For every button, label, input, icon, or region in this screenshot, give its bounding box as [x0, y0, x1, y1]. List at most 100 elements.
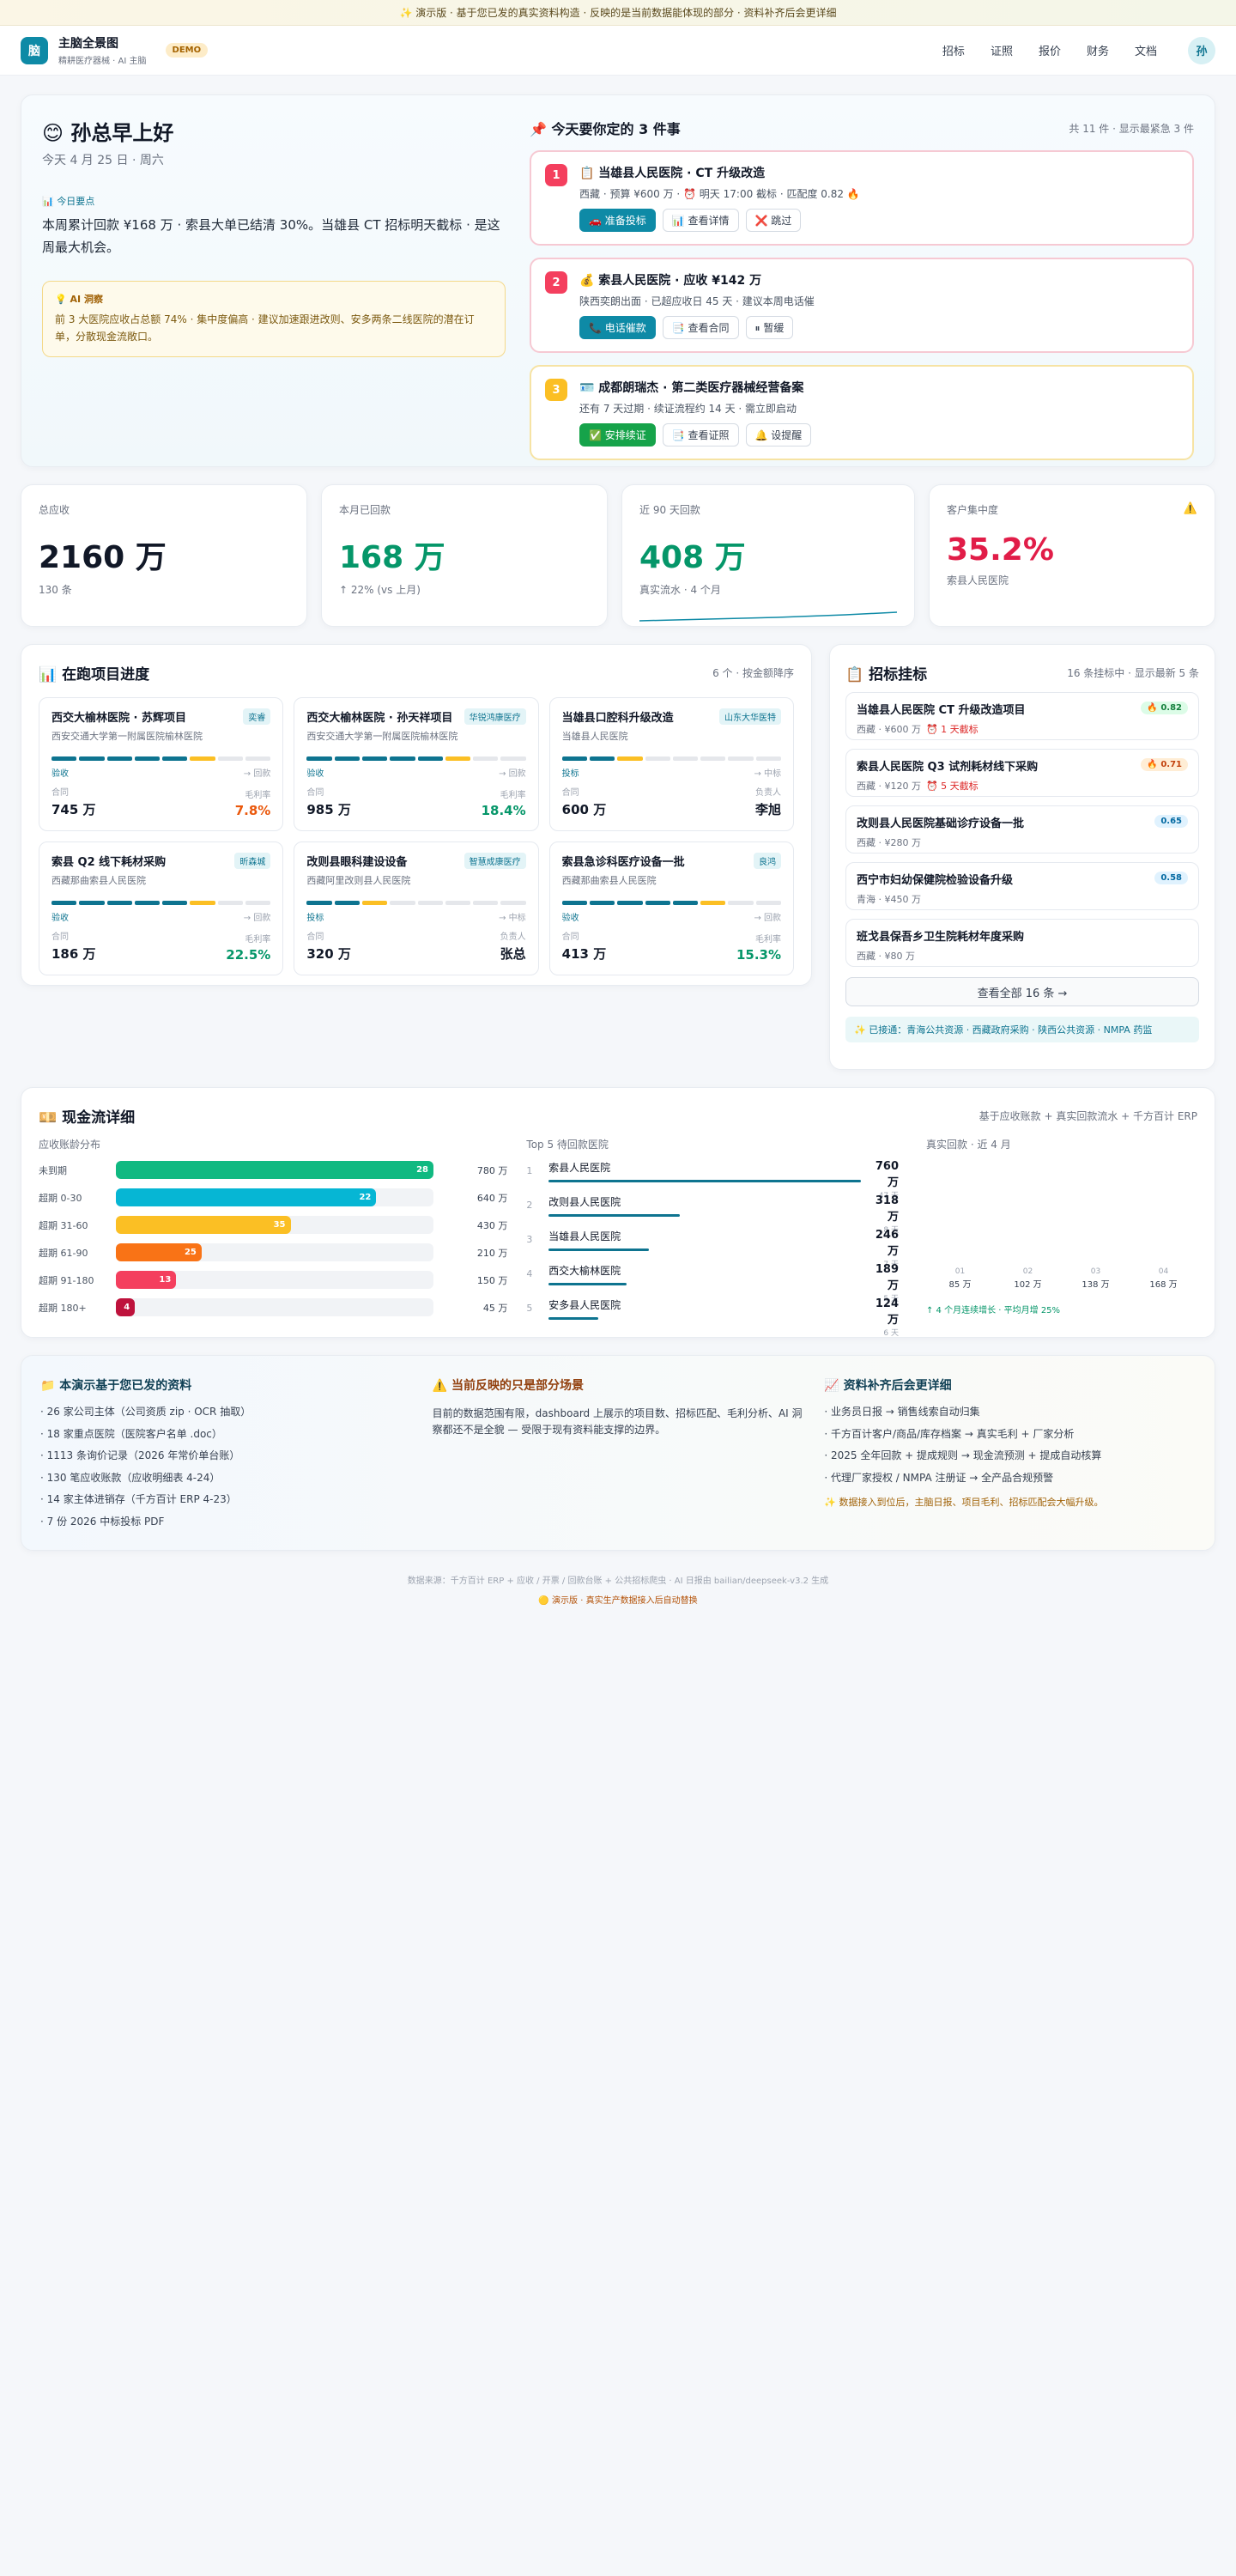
kpi-label: 本月已回款 — [339, 504, 391, 516]
view-all-bids-button[interactable]: 查看全部 16 条 → — [845, 977, 1199, 1006]
project-partner-tag: 良鸿 — [754, 853, 781, 869]
nav-item-finance[interactable]: 财务 — [1087, 42, 1109, 58]
current-stage: 验收 — [561, 914, 579, 923]
top5-row[interactable]: 2 改则县人民医院 318 万8 天 — [526, 1194, 899, 1235]
growth-note: ↑ 4 个月连续增长 · 平均月增 25% — [926, 1306, 1061, 1315]
top5-row[interactable]: 4 西交大榆林医院 189 万5 天 — [526, 1263, 899, 1303]
todo-body: 📋 当雄县人民医院 · CT 升级改造 西藏 · 预算 ¥600 万 · ⏰ 明天… — [579, 164, 1178, 232]
project-right-value: 18.4% — [481, 803, 526, 818]
progress-segment — [589, 901, 615, 905]
todo-action-button[interactable]: 📑 查看证照 — [662, 423, 739, 447]
user-avatar[interactable]: 孙 — [1188, 36, 1215, 64]
project-partner-tag: 昕森城 — [234, 853, 271, 869]
next-stage: → 回款 — [754, 914, 781, 923]
kpi-value: 168 万 — [339, 540, 445, 575]
top5-value: 124 万 6 天 — [861, 1297, 899, 1338]
project-card[interactable]: 索县 Q2 线下耗材采购 昕森城 西藏那曲索县人民医院 验收 → 回款 合同 186 万 毛利… — [39, 841, 284, 975]
project-card[interactable]: 改则县眼科建设设备 智慧成康医疗 西藏阿里改则县人民医院 投标 → 中标 合同 320 万 负… — [294, 841, 539, 975]
nav-item-quotes[interactable]: 报价 — [1039, 42, 1061, 58]
collection-value-label: 168 万 — [1149, 1280, 1177, 1290]
todo-action-button[interactable]: ⏸ 暂缓 — [745, 316, 794, 339]
aging-amount: 780 万 — [476, 1164, 508, 1176]
kpi-card: 总应收 2160 万 130 条 — [21, 484, 307, 627]
ai-insight-box: 💡 AI 洞察 前 3 大医院应收占总额 74% · 集中度偏高 · 建议加速跟… — [42, 281, 506, 357]
todo-action-button[interactable]: 📑 查看合同 — [662, 316, 739, 339]
contract-amount: 186 万 — [52, 946, 96, 962]
todo-action-button[interactable]: ✅ 安排续证 — [579, 423, 656, 447]
project-card[interactable]: 索县急诊科医疗设备一批 良鸿 西藏那曲索县人民医院 验收 → 回款 合同 413 万 毛利率 1… — [548, 841, 794, 975]
project-amount-block: 合同 413 万 — [562, 929, 607, 963]
app-logo[interactable]: 脑 — [21, 36, 48, 64]
contract-amount: 985 万 — [306, 802, 351, 817]
todo-action-button[interactable]: 🚗 准备投标 — [579, 209, 656, 232]
top5-bar — [548, 1180, 861, 1182]
nav-item-docs[interactable]: 文档 — [1135, 42, 1157, 58]
progress-segment — [473, 901, 499, 905]
month-tick-label: 02 — [1023, 1267, 1033, 1276]
aging-bar: 13 — [116, 1271, 177, 1289]
bid-item[interactable]: 当雄县人民医院 CT 升级改造项目 西藏 · ¥600 万 ⏰ 1 天截标 🔥 0.8… — [845, 692, 1199, 740]
bid-item[interactable]: 班戈县保吾乡卫生院耗材年度采购 西藏 · ¥80 万 — [845, 919, 1199, 967]
top5-row[interactable]: 3 当雄县人民医院 246 万7 天 — [526, 1229, 899, 1269]
aging-row: 超期 0-30 22 640 万 — [39, 1188, 507, 1206]
next-stage: → 中标 — [754, 769, 781, 779]
bullet-item: · 2025 全年回款 + 提成规则 → 现金流预测 + 提成自动核算 — [824, 1449, 1102, 1462]
bid-item[interactable]: 改则县人民医院基础诊疗设备一批 西藏 · ¥280 万 0.65 — [845, 805, 1199, 854]
todo-action-button[interactable]: 📞 电话催款 — [579, 316, 656, 339]
top5-row[interactable]: 1 索县人民医院 760 万 47 天 — [526, 1160, 899, 1200]
project-name: 西交大榆林医院 · 苏辉项目 — [52, 712, 186, 725]
bid-meta: 西藏 · ¥280 万 — [857, 837, 921, 848]
progress-segment — [617, 756, 643, 761]
next-stage: → 回款 — [243, 769, 271, 779]
progress-segment — [134, 756, 161, 761]
current-stage: 验收 — [306, 769, 324, 779]
bid-name: 班戈县保吾乡卫生院耗材年度采购 — [857, 931, 1025, 944]
todo-item[interactable]: 1 📋 当雄县人民医院 · CT 升级改造 西藏 · 预算 ¥600 万 · ⏰ 明… — [530, 150, 1194, 246]
todo-list: 1 📋 当雄县人民医院 · CT 升级改造 西藏 · 预算 ¥600 万 · ⏰ 明… — [530, 150, 1194, 460]
top5-row[interactable]: 5 安多县人民医院 124 万 6 天 — [526, 1297, 899, 1338]
bid-item[interactable]: 西宁市妇幼保健院检验设备升级 青海 · ¥450 万 0.58 — [845, 862, 1199, 910]
bid-sources-note: ✨ 已接通：青海公共资源 · 西藏政府采购 · 陕西公共资源 · NMPA 药监 — [845, 1017, 1199, 1042]
todo-action-button[interactable]: 🔔 设提醒 — [745, 423, 812, 447]
bid-deadline: ⏰ 5 天截标 — [925, 781, 978, 792]
todo-title: 📌 今天要你定的 3 件事 — [530, 121, 681, 137]
aging-label: 超期 91-180 — [39, 1274, 94, 1286]
sparkline-path — [639, 611, 898, 622]
scope-limit-column: ⚠️ 当前反映的只是部分场景 目前的数据范围有限，dashboard 上展示的项… — [433, 1376, 804, 1529]
project-footer: 合同 186 万 毛利率 22.5% — [52, 929, 270, 963]
top-navigation-bar: 脑 主脑全景图 精耕医疗器械 · AI 主脑 DEMO 招标 证照 报价 财务 … — [0, 26, 1236, 76]
project-card-header: 西交大榆林医院 · 孙天祥项目 华锐鸿康医疗 — [306, 708, 526, 725]
right-label: 毛利率 — [500, 791, 526, 800]
todo-body: 🪪 成都朗瑞杰 · 第二类医疗器械经营备案 还有 7 天过期 · 续证流程约 14… — [579, 379, 1178, 447]
progress-segment — [755, 756, 782, 761]
rank-number: 3 — [526, 1234, 533, 1245]
bid-item[interactable]: 索县人民医院 Q3 试剂耗材线下采购 西藏 · ¥120 万 ⏰ 5 天截标 🔥 0.… — [845, 749, 1199, 797]
receivable-amount: 318 万 — [875, 1194, 900, 1224]
project-card[interactable]: 当雄县口腔科升级改造 山东大华医特 当雄县人民医院 投标 → 中标 合同 600 万 负责人李… — [548, 697, 794, 831]
future-data-title: 📈 资料补齐后会更详细 — [824, 1379, 952, 1393]
progress-segment — [245, 901, 271, 905]
todo-action-button[interactable]: 📊 查看详情 — [662, 209, 739, 232]
right-label: 负责人 — [755, 788, 781, 798]
receivable-amount: 124 万 — [875, 1297, 900, 1327]
project-card[interactable]: 西交大榆林医院 · 孙天祥项目 华锐鸿康医疗 西安交通大学第一附属医院榆林医院 验收 →… — [294, 697, 539, 831]
nav-item-bids[interactable]: 招标 — [942, 42, 965, 58]
hospital-name: 西交大榆林医院 — [548, 1265, 621, 1277]
todo-item[interactable]: 3 🪪 成都朗瑞杰 · 第二类医疗器械经营备案 还有 7 天过期 · 续证流程约 1… — [530, 365, 1194, 460]
match-score-badge: 0.58 — [1154, 872, 1188, 884]
nav-item-licenses[interactable]: 证照 — [991, 42, 1013, 58]
ai-insight-label: 💡 AI 洞察 — [55, 294, 103, 305]
progress-segment — [500, 756, 526, 761]
current-stage: 验收 — [52, 914, 69, 923]
kpi-card: 近 90 天回款 408 万真实流水 · 4 个月 — [621, 484, 915, 627]
match-score-badge: 🔥 0.71 — [1141, 758, 1188, 771]
aging-bar-track: 13 — [116, 1271, 433, 1289]
todo-action-button[interactable]: ❌ 跳过 — [745, 209, 802, 232]
bullet-item: · 26 家公司主体（公司资质 zip · OCR 抽取） — [40, 1406, 251, 1418]
project-partner-tag: 山东大华医特 — [719, 708, 781, 725]
project-stage: 投标 → 中标 — [562, 766, 781, 779]
todo-item[interactable]: 2 💰 索县人民医院 · 应收 ¥142 万陕西奕朗出面 · 已超应收日 45 天… — [530, 258, 1194, 353]
project-card[interactable]: 西交大榆林医院 · 苏辉项目 奕睿 西安交通大学第一附属医院榆林医院 验收 → 回款 合同… — [39, 697, 284, 831]
project-footer: 合同 320 万 负责人 张总 — [306, 929, 525, 963]
progress-segment — [217, 756, 244, 761]
